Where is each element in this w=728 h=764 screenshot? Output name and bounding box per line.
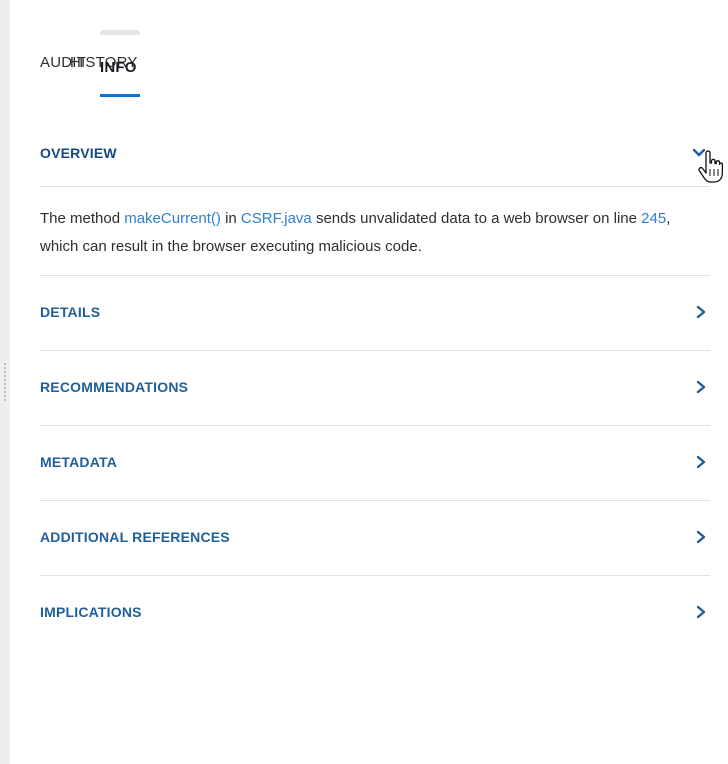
section-details-header[interactable]: DETAILS bbox=[40, 276, 710, 350]
overview-text-middle1: in bbox=[220, 210, 241, 227]
tab-info[interactable]: INFO bbox=[100, 30, 140, 97]
line-number-link[interactable]: 245 bbox=[641, 210, 666, 227]
tab-info-top-marker bbox=[100, 30, 140, 35]
overview-text-prefix: The method bbox=[40, 210, 125, 227]
section-implications-header[interactable]: IMPLICATIONS bbox=[40, 576, 710, 650]
section-recommendations-title: RECOMMENDATIONS bbox=[40, 379, 189, 395]
section-recommendations-header[interactable]: RECOMMENDATIONS bbox=[40, 351, 710, 425]
overview-section-header[interactable]: OVERVIEW bbox=[40, 120, 710, 186]
overview-title: OVERVIEW bbox=[40, 145, 117, 161]
panel-tabs: AUDIT HISTORY INFO bbox=[40, 30, 140, 98]
panel-resize-rail[interactable] bbox=[0, 0, 10, 764]
section-additional-references-header[interactable]: ADDITIONAL REFERENCES bbox=[40, 501, 710, 575]
active-tab-underline bbox=[100, 94, 140, 97]
section-metadata-title: METADATA bbox=[40, 454, 118, 470]
chevron-right-icon[interactable] bbox=[694, 455, 708, 469]
method-link[interactable]: makeCurrent() bbox=[124, 210, 221, 227]
section-metadata-header[interactable]: METADATA bbox=[40, 426, 710, 500]
section-details-title: DETAILS bbox=[40, 304, 101, 320]
section-implications-title: IMPLICATIONS bbox=[40, 604, 142, 620]
overview-description: The method makeCurrent() in CSRF.java se… bbox=[40, 187, 710, 275]
hand-pointer-cursor-icon bbox=[698, 150, 723, 183]
section-additional-references-title: ADDITIONAL REFERENCES bbox=[40, 529, 230, 545]
chevron-right-icon[interactable] bbox=[694, 380, 708, 394]
overview-text-middle2: sends unvalidated data to a web browser … bbox=[311, 210, 642, 227]
file-link[interactable]: CSRF.java bbox=[241, 210, 312, 227]
tab-info-label: INFO bbox=[100, 59, 137, 76]
chevron-right-icon[interactable] bbox=[694, 305, 708, 319]
info-panel: AUDIT HISTORY INFO OVERVIEW The method m… bbox=[0, 0, 728, 764]
chevron-right-icon[interactable] bbox=[694, 605, 708, 619]
resize-grip-icon[interactable] bbox=[3, 362, 7, 402]
chevron-right-icon[interactable] bbox=[694, 530, 708, 544]
info-accordion: OVERVIEW The method makeCurrent() in CSR… bbox=[40, 120, 710, 650]
